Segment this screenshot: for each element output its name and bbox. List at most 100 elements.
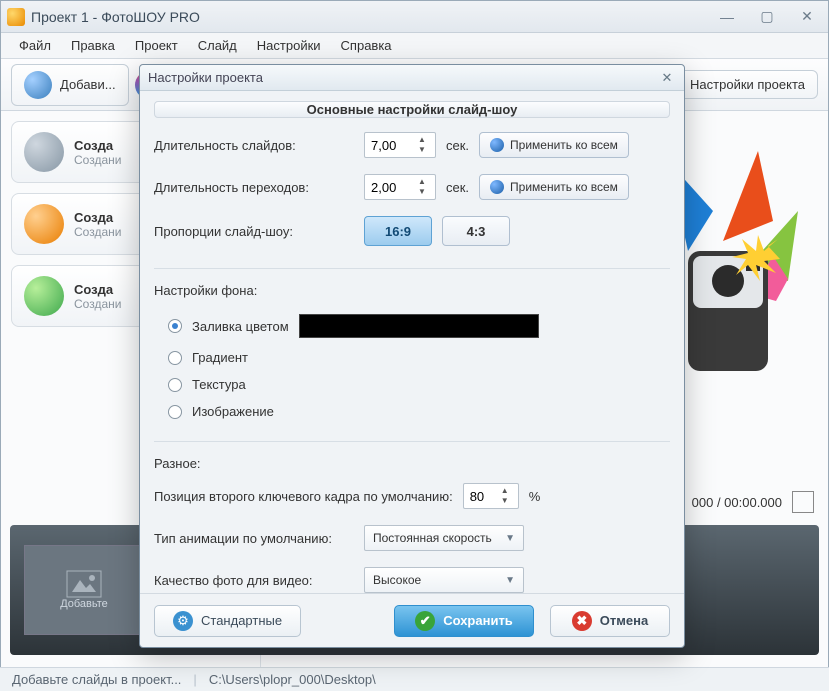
menu-help[interactable]: Справка	[333, 36, 400, 55]
transition-length-input[interactable]: ▲▼	[364, 174, 436, 200]
window-title: Проект 1 - ФотоШОУ PRO	[31, 9, 200, 25]
bg-fill-option[interactable]: Заливка цветом	[154, 310, 670, 342]
fullscreen-icon[interactable]	[792, 491, 814, 513]
cancel-button-label: Отмена	[600, 613, 648, 628]
apply-all-slides-button[interactable]: Применить ко всем	[479, 132, 629, 158]
animation-type-label: Тип анимации по умолчанию:	[154, 531, 354, 546]
dialog-close-button[interactable]: ✕	[658, 69, 676, 87]
cross-icon: ✖	[572, 611, 592, 631]
transition-length-label: Длительность переходов:	[154, 180, 354, 195]
bg-image-label: Изображение	[192, 404, 274, 419]
percent-unit: %	[529, 489, 541, 504]
timecode: 000 / 00:00.000	[692, 491, 814, 513]
status-separator: |	[193, 672, 196, 687]
aspect-16-9-button[interactable]: 16:9	[364, 216, 432, 246]
minimize-button[interactable]: —	[712, 8, 742, 26]
bg-gradient-radio[interactable]	[168, 351, 182, 365]
slide-length-input[interactable]: ▲▼	[364, 132, 436, 158]
apply-all-transitions-button[interactable]: Применить ко всем	[479, 174, 629, 200]
globe-icon	[24, 276, 64, 316]
gear-icon: ⚙	[173, 611, 193, 631]
drop-frame[interactable]: Добавьте	[24, 545, 144, 635]
photo-quality-label: Качество фото для видео:	[154, 573, 354, 588]
transition-length-field[interactable]	[365, 180, 413, 195]
bg-image-option[interactable]: Изображение	[154, 400, 670, 423]
side-card-2-sub: Создани	[74, 225, 121, 239]
photo-quality-select[interactable]: Высокое ▼	[364, 567, 524, 593]
menu-settings[interactable]: Настройки	[249, 36, 329, 55]
side-card-2-title: Созда	[74, 210, 121, 225]
orb-icon	[490, 138, 504, 152]
project-settings-dialog: Настройки проекта ✕ Основные настройки с…	[139, 64, 685, 648]
timecode-text: 000 / 00:00.000	[692, 495, 782, 510]
slide-length-spinner[interactable]: ▲▼	[413, 135, 431, 155]
bg-fill-radio[interactable]	[168, 319, 182, 333]
dialog-title: Настройки проекта	[148, 70, 263, 85]
photo-quality-value: Высокое	[373, 573, 421, 587]
cancel-button[interactable]: ✖ Отмена	[550, 605, 670, 637]
project-settings-button[interactable]: Настройки проекта	[677, 70, 818, 99]
side-card-1-sub: Создани	[74, 153, 121, 167]
close-window-button[interactable]: ✕	[792, 8, 822, 26]
menu-bar: Файл Правка Проект Слайд Настройки Справ…	[1, 33, 828, 59]
chevron-down-icon: ▼	[505, 533, 515, 544]
side-card-3-sub: Создани	[74, 297, 121, 311]
add-button[interactable]: Добави...	[11, 64, 129, 106]
menu-file[interactable]: Файл	[11, 36, 59, 55]
camera-icon	[24, 71, 52, 99]
slide-length-field[interactable]	[365, 138, 413, 153]
key2-field[interactable]	[464, 489, 496, 504]
drop-label: Добавьте	[60, 598, 108, 610]
misc-section-label: Разное:	[154, 456, 670, 471]
menu-slide[interactable]: Слайд	[190, 36, 245, 55]
aspect-4-3-text: 4:3	[467, 224, 486, 239]
key2-label: Позиция второго ключевого кадра по умолч…	[154, 489, 453, 504]
bg-image-radio[interactable]	[168, 405, 182, 419]
menu-project[interactable]: Проект	[127, 36, 186, 55]
menu-edit[interactable]: Правка	[63, 36, 123, 55]
key2-input[interactable]: ▲▼	[463, 483, 519, 509]
status-bar: Добавьте слайды в проект... | C:\Users\p…	[0, 667, 829, 691]
bg-gradient-option[interactable]: Градиент	[154, 346, 670, 369]
slide-length-label: Длительность слайдов:	[154, 138, 354, 153]
chevron-down-icon: ▼	[505, 575, 515, 586]
animation-type-select[interactable]: Постоянная скорость ▼	[364, 525, 524, 551]
aspect-16-9-text: 16:9	[385, 224, 411, 239]
status-path: C:\Users\plopr_000\Desktop\	[209, 672, 376, 687]
save-button[interactable]: ✔ Сохранить	[394, 605, 534, 637]
key2-spinner[interactable]: ▲▼	[496, 486, 514, 506]
aspect-4-3-button[interactable]: 4:3	[442, 216, 510, 246]
animation-type-value: Постоянная скорость	[373, 531, 492, 545]
flame-icon	[24, 204, 64, 244]
music-film-icon	[24, 132, 64, 172]
app-icon	[7, 8, 25, 26]
dialog-footer: ⚙ Стандартные ✔ Сохранить ✖ Отмена	[140, 593, 684, 647]
dialog-title-bar: Настройки проекта ✕	[140, 65, 684, 91]
bg-texture-radio[interactable]	[168, 378, 182, 392]
check-icon: ✔	[415, 611, 435, 631]
maximize-button[interactable]: ▢	[752, 8, 782, 26]
dialog-header: Основные настройки слайд-шоу	[154, 101, 670, 118]
title-bar: Проект 1 - ФотоШОУ PRO — ▢ ✕	[1, 1, 828, 33]
transition-length-spinner[interactable]: ▲▼	[413, 177, 431, 197]
fill-color-swatch[interactable]	[299, 314, 539, 338]
project-settings-label: Настройки проекта	[690, 77, 805, 92]
bg-texture-option[interactable]: Текстура	[154, 373, 670, 396]
defaults-button[interactable]: ⚙ Стандартные	[154, 605, 301, 637]
status-hint: Добавьте слайды в проект...	[12, 672, 181, 687]
image-placeholder-icon	[66, 570, 102, 598]
side-card-3-title: Созда	[74, 282, 121, 297]
defaults-button-label: Стандартные	[201, 613, 282, 628]
save-button-label: Сохранить	[443, 613, 513, 628]
orb-icon	[490, 180, 504, 194]
dialog-body: Основные настройки слайд-шоу Длительност…	[140, 91, 684, 593]
background-section-label: Настройки фона:	[154, 283, 670, 298]
add-button-label: Добави...	[60, 77, 116, 92]
aspect-ratio-label: Пропорции слайд-шоу:	[154, 224, 354, 239]
dialog-header-text: Основные настройки слайд-шоу	[307, 102, 518, 117]
seconds-unit-1: сек.	[446, 138, 469, 153]
bg-texture-label: Текстура	[192, 377, 246, 392]
side-card-1-title: Созда	[74, 138, 121, 153]
apply-all-label-2: Применить ко всем	[510, 180, 618, 194]
seconds-unit-2: сек.	[446, 180, 469, 195]
